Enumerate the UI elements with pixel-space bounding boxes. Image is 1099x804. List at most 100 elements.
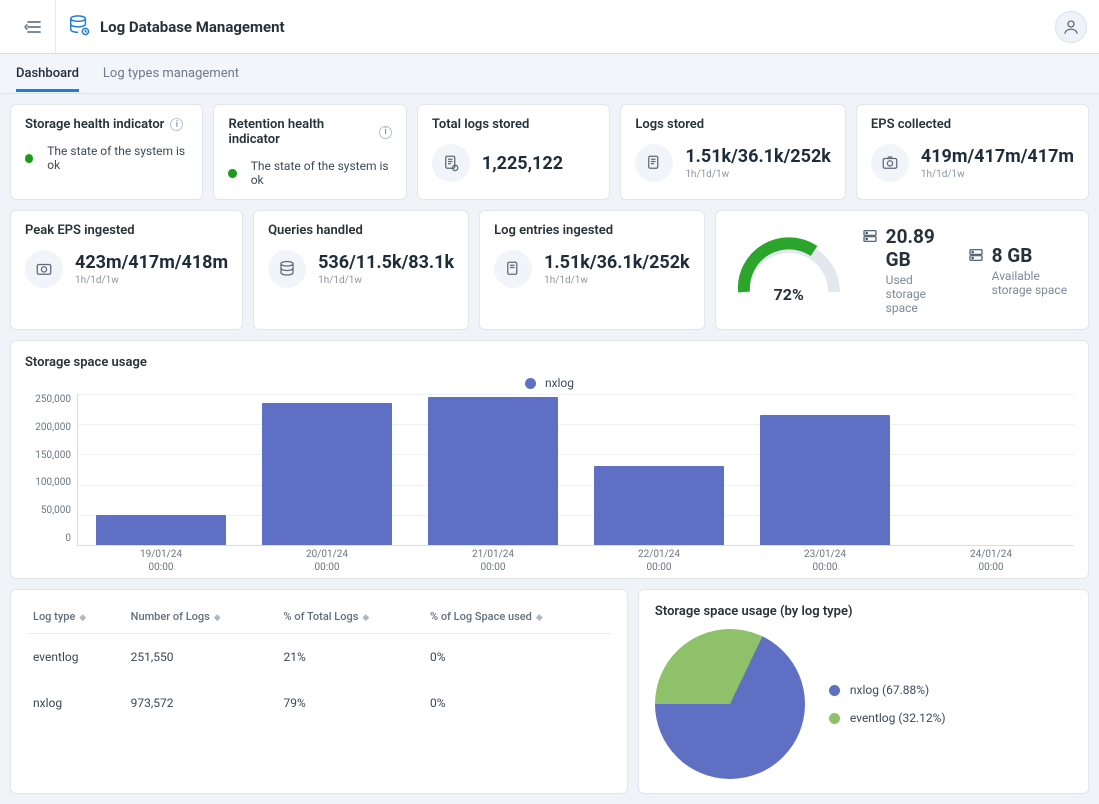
x-axis-label: 21/01/2400:00: [410, 545, 576, 574]
page-title: Log Database Management: [100, 18, 285, 36]
sort-icon: ◆: [362, 613, 369, 623]
bar-column: 19/01/2400:00: [78, 394, 244, 545]
pie-title: Storage space usage (by log type): [655, 604, 1072, 619]
bar[interactable]: [96, 515, 225, 545]
card-retention-health: Retention health indicator i The state o…: [213, 104, 406, 200]
bar[interactable]: [594, 466, 723, 545]
x-axis-label: 19/01/2400:00: [78, 545, 244, 574]
legend-label: nxlog (67.88%): [850, 683, 929, 697]
legend-dot-icon: [829, 713, 840, 724]
storage-icon: [968, 247, 984, 267]
camera-icon: [25, 250, 63, 288]
database-icon: [268, 250, 306, 288]
legend-item: nxlog (67.88%): [829, 683, 946, 697]
bar-plot: 19/01/2400:0020/01/2400:0021/01/2400:002…: [77, 394, 1074, 546]
card-queries-handled: Queries handled 536/11.5k/83.1k 1h/1d/1w: [253, 210, 469, 330]
storage-usage-chart: Storage space usage nxlog 050,000100,000…: [10, 340, 1089, 579]
bar-column: 23/01/2400:00: [742, 394, 908, 545]
user-avatar[interactable]: [1055, 11, 1087, 43]
bar-column: 24/01/2400:00: [908, 394, 1074, 545]
status-text: The state of the system is ok: [47, 144, 188, 172]
cell-log-type: nxlog: [27, 680, 125, 726]
bar[interactable]: [262, 403, 391, 545]
card-storage-health: Storage health indicator i The state of …: [10, 104, 203, 200]
available-storage-label: Available storage space: [992, 269, 1070, 297]
card-storage-gauge: 72% 20.89 GB Used storage space 8 GB Ava…: [715, 210, 1089, 330]
database-icon: [68, 14, 90, 40]
tab-bar: Dashboard Log types management: [0, 54, 1099, 94]
info-icon[interactable]: i: [379, 126, 392, 139]
card-title: Log entries ingested: [494, 223, 690, 238]
table-header[interactable]: Number of Logs◆: [125, 600, 278, 634]
legend-label: nxlog: [545, 376, 574, 390]
metric-value: 536/11.5k/83.1k: [318, 252, 454, 273]
tab-dashboard[interactable]: Dashboard: [16, 56, 79, 92]
card-title: Peak EPS ingested: [25, 223, 228, 238]
storage-icon: [862, 228, 878, 248]
metric-sub: 1h/1d/1w: [75, 275, 228, 286]
card-title: Logs stored: [635, 117, 831, 132]
table-row: eventlog 251,550 21% 0%: [27, 634, 611, 681]
sort-icon: ◆: [214, 613, 221, 623]
cell-pct-space: 0%: [424, 680, 611, 726]
bar-column: 20/01/2400:00: [244, 394, 410, 545]
document-icon: [635, 144, 673, 182]
card-eps-collected: EPS collected 419m/417m/417m 1h/1d/1w: [856, 104, 1089, 200]
metric-value: 1.51k/36.1k/252k: [685, 146, 831, 167]
tab-log-types[interactable]: Log types management: [103, 56, 239, 92]
table-header[interactable]: % of Log Space used◆: [424, 600, 611, 634]
metric-sub: 1h/1d/1w: [685, 169, 831, 180]
x-axis-label: 23/01/2400:00: [742, 545, 908, 574]
document-icon: [494, 250, 532, 288]
metric-value: 423m/417m/418m: [75, 252, 228, 273]
y-axis: 050,000100,000150,000200,000250,000: [25, 394, 75, 544]
bar-column: 22/01/2400:00: [576, 394, 742, 545]
sort-icon: ◆: [79, 613, 86, 623]
legend-label: eventlog (32.12%): [850, 711, 946, 725]
cell-count: 251,550: [125, 634, 278, 681]
cell-pct-total: 79%: [278, 680, 424, 726]
bar-column: 21/01/2400:00: [410, 394, 576, 545]
cell-pct-space: 0%: [424, 634, 611, 681]
chart-title: Storage space usage: [25, 355, 1074, 370]
status-text: The state of the system is ok: [251, 159, 392, 187]
bar[interactable]: [428, 397, 557, 545]
sort-icon: ◆: [536, 613, 543, 623]
log-type-table: Log type◆ Number of Logs◆ % of Total Log…: [10, 589, 628, 794]
card-total-logs: Total logs stored 1,225,122: [417, 104, 610, 200]
pie-chart: [655, 629, 805, 779]
card-peak-eps: Peak EPS ingested 423m/417m/418m 1h/1d/1…: [10, 210, 243, 330]
legend-item: eventlog (32.12%): [829, 711, 946, 725]
used-storage-label: Used storage space: [886, 273, 950, 315]
card-entries-ingested: Log entries ingested 1.51k/36.1k/252k 1h…: [479, 210, 705, 330]
storage-by-type-card: Storage space usage (by log type) nxlog …: [638, 589, 1089, 794]
card-title: Storage health indicator: [25, 117, 164, 132]
table-header[interactable]: % of Total Logs◆: [278, 600, 424, 634]
used-storage-value: 20.89 GB: [886, 225, 950, 271]
card-title: Queries handled: [268, 223, 454, 238]
info-icon[interactable]: i: [170, 118, 183, 131]
card-logs-stored: Logs stored 1.51k/36.1k/252k 1h/1d/1w: [620, 104, 846, 200]
cell-pct-total: 21%: [278, 634, 424, 681]
available-storage-value: 8 GB: [992, 244, 1070, 267]
camera-icon: [871, 144, 909, 182]
card-title: EPS collected: [871, 117, 1074, 132]
metric-sub: 1h/1d/1w: [318, 275, 454, 286]
metric-sub: 1h/1d/1w: [544, 275, 690, 286]
cell-count: 973,572: [125, 680, 278, 726]
status-dot-ok: [25, 154, 33, 163]
metric-value: 1.51k/36.1k/252k: [544, 252, 690, 273]
card-title: Retention health indicator: [228, 117, 373, 147]
card-title: Total logs stored: [432, 117, 595, 132]
menu-toggle-icon[interactable]: [12, 0, 56, 53]
x-axis-label: 20/01/2400:00: [244, 545, 410, 574]
table-header[interactable]: Log type◆: [27, 600, 125, 634]
x-axis-label: 24/01/2400:00: [908, 545, 1074, 574]
x-axis-label: 22/01/2400:00: [576, 545, 742, 574]
legend-dot-icon: [525, 378, 536, 389]
bar[interactable]: [760, 415, 889, 545]
legend-dot-icon: [829, 685, 840, 696]
metric-sub: 1h/1d/1w: [921, 169, 1074, 180]
status-dot-ok: [228, 169, 236, 178]
metric-value: 1,225,122: [482, 153, 563, 174]
